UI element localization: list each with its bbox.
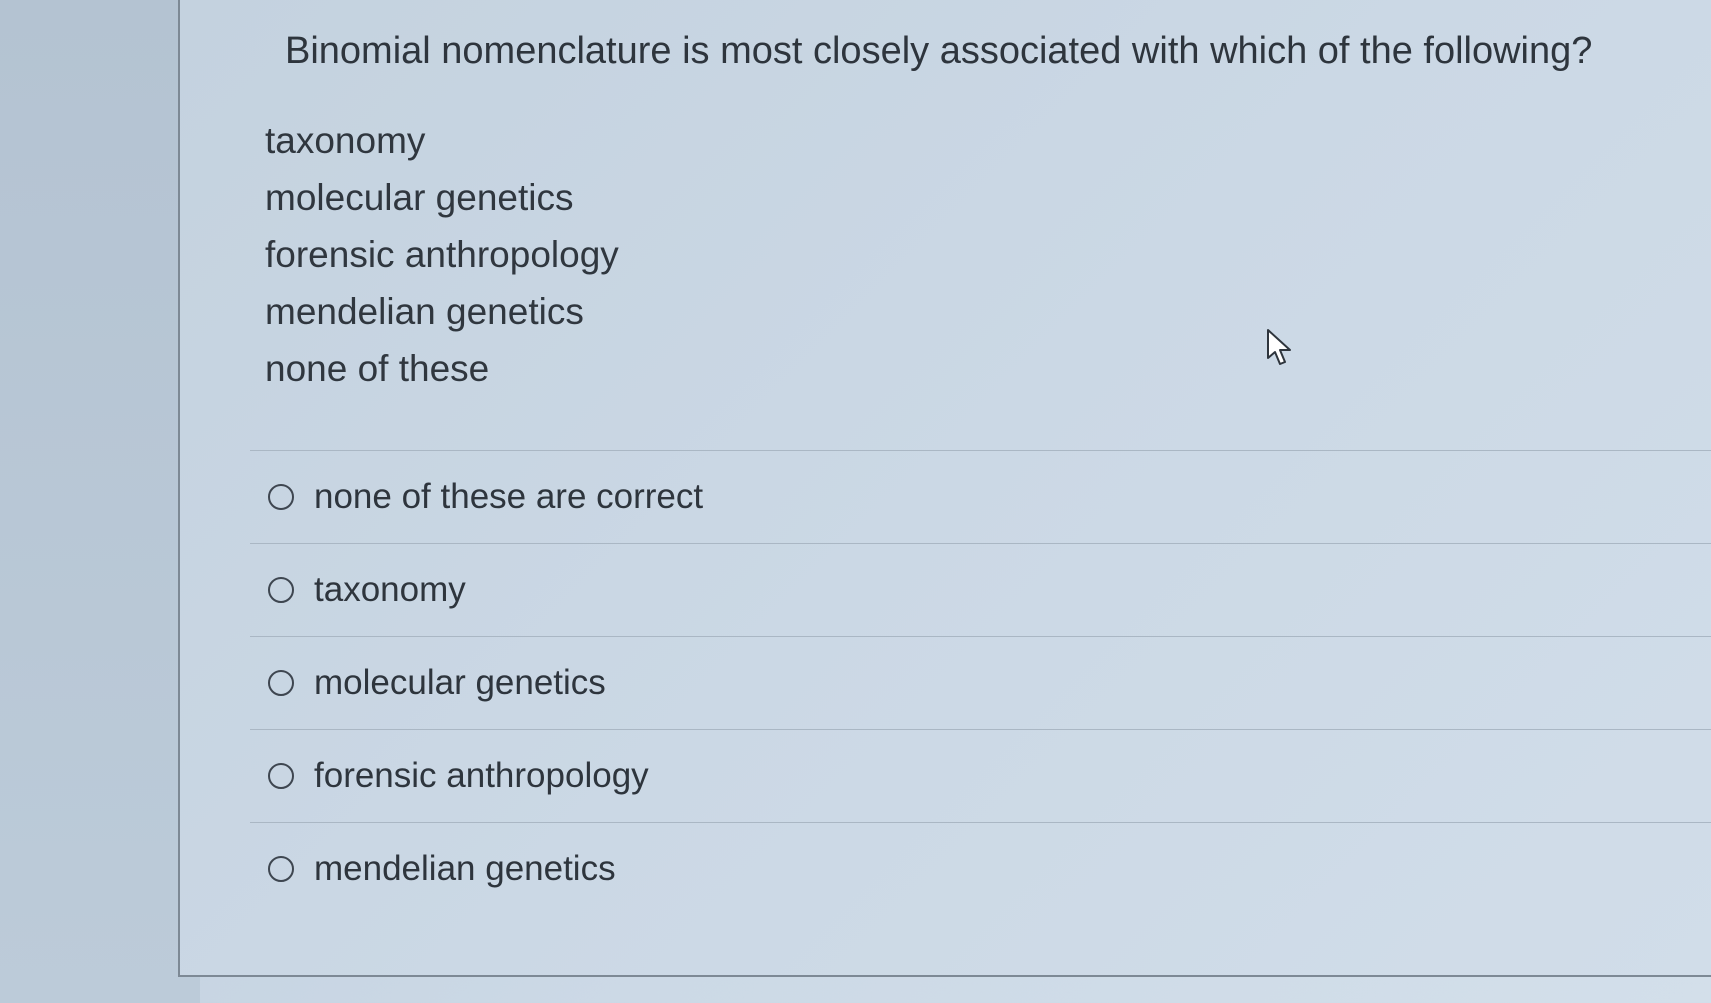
radio-unchecked-icon[interactable]	[268, 577, 294, 603]
term-item: forensic anthropology	[265, 234, 619, 275]
answer-option-mendelian-genetics[interactable]: mendelian genetics	[250, 823, 1711, 915]
term-item: taxonomy	[265, 120, 426, 161]
radio-unchecked-icon[interactable]	[268, 856, 294, 882]
answer-option-label: forensic anthropology	[314, 756, 649, 795]
term-list: taxonomy molecular genetics forensic ant…	[265, 112, 619, 397]
mouse-pointer-icon	[1267, 329, 1291, 365]
radio-unchecked-icon[interactable]	[268, 670, 294, 696]
answer-option-taxonomy[interactable]: taxonomy	[250, 544, 1711, 636]
answer-option-none-of-these-are-correct[interactable]: none of these are correct	[250, 451, 1711, 543]
answer-option-label: mendelian genetics	[314, 849, 616, 888]
answer-options: none of these are correct taxonomy molec…	[250, 450, 1711, 915]
term-item: mendelian genetics	[265, 291, 584, 332]
question-prompt: Binomial nomenclature is most closely as…	[285, 30, 1593, 72]
radio-unchecked-icon[interactable]	[268, 484, 294, 510]
question-panel: Binomial nomenclature is most closely as…	[178, 0, 1711, 977]
term-item: none of these	[265, 348, 490, 389]
term-item: molecular genetics	[265, 177, 574, 218]
answer-option-label: molecular genetics	[314, 663, 606, 702]
answer-option-label: none of these are correct	[314, 477, 704, 516]
answer-option-molecular-genetics[interactable]: molecular genetics	[250, 637, 1711, 729]
answer-option-label: taxonomy	[314, 570, 466, 609]
answer-option-forensic-anthropology[interactable]: forensic anthropology	[250, 730, 1711, 822]
page-margin	[0, 0, 200, 1003]
radio-unchecked-icon[interactable]	[268, 763, 294, 789]
